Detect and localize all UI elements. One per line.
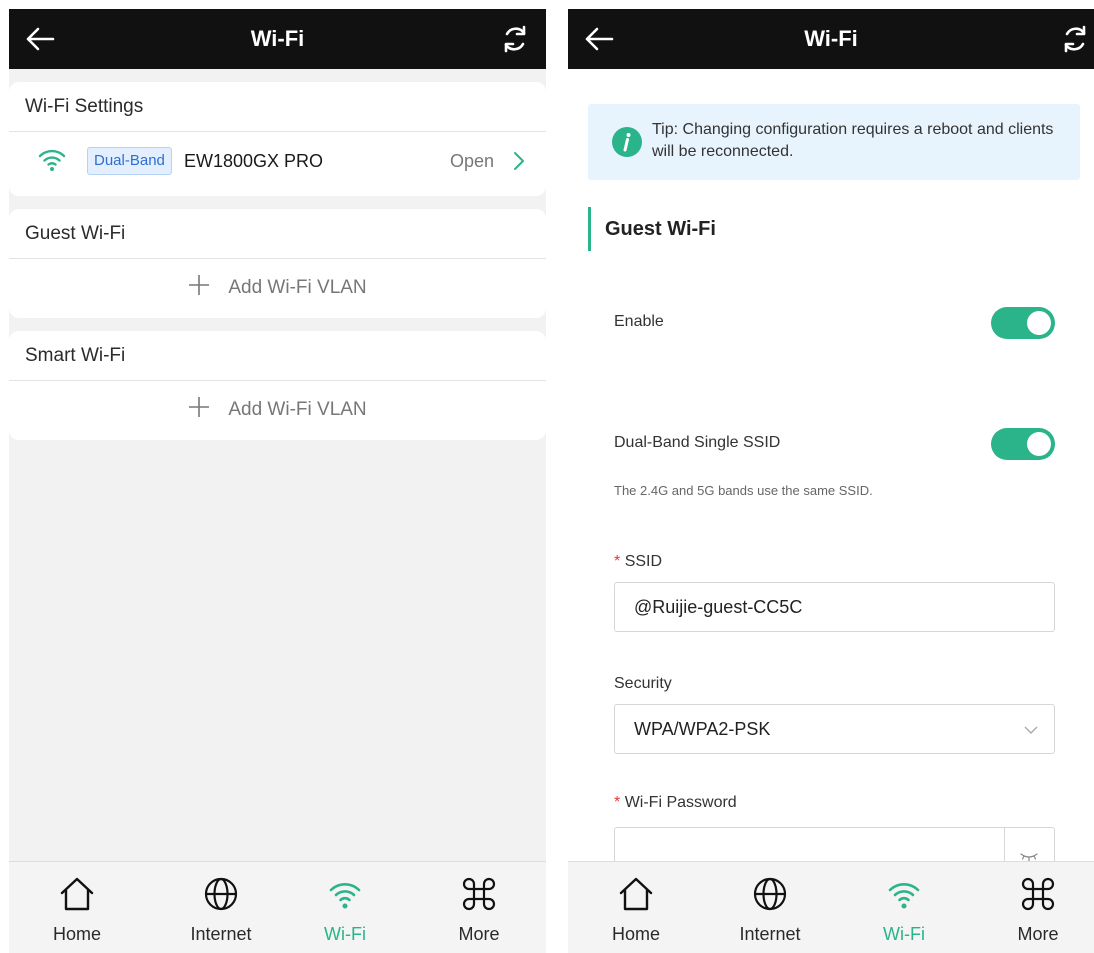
enable-label: Enable <box>614 313 664 330</box>
tab-label: More <box>1017 924 1059 944</box>
tab-more[interactable]: More <box>978 862 1094 953</box>
tab-label: Internet <box>190 924 252 944</box>
enable-toggle[interactable] <box>991 307 1055 339</box>
command-icon <box>1021 877 1055 911</box>
top-bar: Wi-Fi <box>9 9 546 69</box>
tab-wifi[interactable]: Wi-Fi <box>844 862 964 953</box>
tip-text: Tip: Changing configuration requires a r… <box>652 121 1054 160</box>
wifi-icon <box>38 149 66 171</box>
wifi-list-screen: Wi-Fi Wi-Fi Settings Dual-Band EW1800GX … <box>9 9 546 953</box>
ssid-list-item[interactable]: Dual-Band EW1800GX PRO Open <box>9 132 546 190</box>
guest-wifi-header: Guest Wi-Fi <box>9 209 546 259</box>
chevron-down-icon <box>1024 726 1038 734</box>
ssid-name: EW1800GX PRO <box>184 151 324 171</box>
required-mark: * <box>614 553 621 570</box>
password-label-text: Wi-Fi Password <box>624 794 737 811</box>
add-smart-vlan-button[interactable]: Add Wi-Fi VLAN <box>9 381 546 439</box>
refresh-icon[interactable] <box>1058 22 1092 56</box>
security-value: WPA/WPA2-PSK <box>634 719 771 739</box>
globe-icon <box>753 877 787 911</box>
security-status: Open <box>449 151 494 171</box>
refresh-icon[interactable] <box>498 22 532 56</box>
section-title: Guest Wi-Fi <box>588 207 716 251</box>
bottom-tab-bar: Home Internet Wi-Fi More <box>9 861 546 953</box>
required-mark: * <box>614 794 621 811</box>
chevron-right-icon <box>514 152 524 170</box>
bottom-tab-bar: Home Internet Wi-Fi More <box>568 861 1094 953</box>
band-badge: Dual-Band <box>87 147 172 175</box>
security-select[interactable]: WPA/WPA2-PSK <box>614 704 1055 754</box>
plus-icon <box>189 275 210 295</box>
home-icon <box>60 877 94 911</box>
tab-internet[interactable]: Internet <box>710 862 830 953</box>
tab-label: Home <box>611 924 660 944</box>
guest-wifi-screen: Wi-Fi Tip: Changing configuration requir… <box>568 9 1094 953</box>
tip-banner: Tip: Changing configuration requires a r… <box>588 104 1080 180</box>
ssid-label: * SSID <box>614 553 662 571</box>
ssid-input[interactable]: @Ruijie-guest-CC5C <box>614 582 1055 632</box>
command-icon <box>462 877 496 911</box>
tab-label: More <box>458 924 500 944</box>
tab-label: Wi-Fi <box>324 924 366 944</box>
tab-home[interactable]: Home <box>17 862 137 953</box>
add-guest-vlan-button[interactable]: Add Wi-Fi VLAN <box>9 259 546 317</box>
wifi-icon <box>329 883 361 909</box>
smart-wifi-header: Smart Wi-Fi <box>9 331 546 381</box>
password-label: * Wi-Fi Password <box>614 794 737 812</box>
wifi-icon <box>888 883 920 909</box>
add-vlan-label: Add Wi-Fi VLAN <box>228 277 367 298</box>
tab-more[interactable]: More <box>419 862 539 953</box>
security-label: Security <box>614 675 672 692</box>
tab-internet[interactable]: Internet <box>161 862 281 953</box>
home-icon <box>619 877 653 911</box>
top-bar: Wi-Fi <box>568 9 1094 69</box>
dual-band-toggle[interactable] <box>991 428 1055 460</box>
add-vlan-label: Add Wi-Fi VLAN <box>228 399 367 420</box>
tab-label: Internet <box>739 924 801 944</box>
info-icon <box>612 127 642 157</box>
guest-wifi-card: Guest Wi-Fi Add Wi-Fi VLAN <box>9 209 546 318</box>
tab-label: Wi-Fi <box>883 924 925 944</box>
ssid-label-text: SSID <box>624 553 663 570</box>
page-title: Wi-Fi <box>250 26 305 51</box>
dual-band-hint: The 2.4G and 5G bands use the same SSID. <box>614 483 873 498</box>
tab-wifi[interactable]: Wi-Fi <box>285 862 405 953</box>
dual-band-label: Dual-Band Single SSID <box>614 434 781 451</box>
globe-icon <box>204 877 238 911</box>
plus-icon <box>189 397 210 417</box>
tab-home[interactable]: Home <box>576 862 696 953</box>
smart-wifi-card: Smart Wi-Fi Add Wi-Fi VLAN <box>9 331 546 440</box>
page-title: Wi-Fi <box>804 26 858 51</box>
ssid-value: @Ruijie-guest-CC5C <box>634 597 803 617</box>
wifi-settings-header: Wi-Fi Settings <box>9 82 546 132</box>
tab-label: Home <box>52 924 101 944</box>
wifi-settings-card: Wi-Fi Settings Dual-Band EW1800GX PRO Op… <box>9 82 546 196</box>
